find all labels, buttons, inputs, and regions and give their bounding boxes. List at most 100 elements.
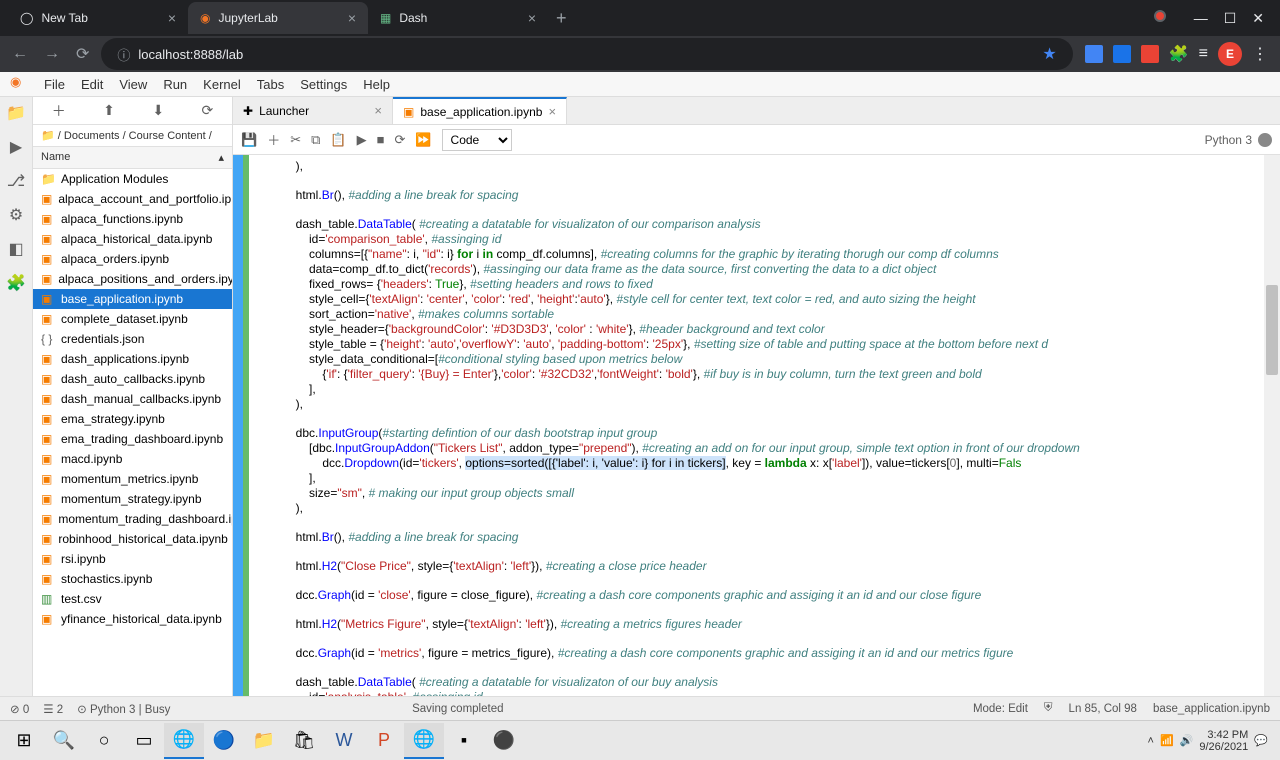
restart-icon[interactable]: ⟳ — [394, 132, 405, 148]
commands-icon[interactable]: ⚙ — [6, 205, 26, 225]
menu-run[interactable]: Run — [155, 77, 195, 92]
terminal-icon[interactable]: ▪ — [444, 723, 484, 759]
close-icon[interactable]: × — [528, 10, 536, 26]
breadcrumb[interactable]: 📁 / Documents / Course Content / — [33, 125, 232, 147]
file-item[interactable]: ▣yfinance_historical_data.ipynb — [33, 609, 232, 629]
file-item[interactable]: ▥test.csv — [33, 589, 232, 609]
speaker-icon[interactable]: 🔊 — [1180, 734, 1194, 747]
paste-icon[interactable]: 📋 — [330, 132, 346, 148]
run-icon[interactable]: ▶ — [357, 132, 367, 148]
file-item[interactable]: ▣alpaca_positions_and_orders.ipynb — [33, 269, 232, 289]
tab-launcher[interactable]: ✚ Launcher × — [233, 97, 393, 124]
cut-icon[interactable]: ✂ — [290, 132, 301, 148]
file-item[interactable]: ▣macd.ipynb — [33, 449, 232, 469]
menu-edit[interactable]: Edit — [73, 77, 111, 92]
profile-avatar[interactable]: E — [1218, 42, 1242, 66]
menu-kernel[interactable]: Kernel — [195, 77, 249, 92]
sort-icon[interactable]: ▴ — [218, 151, 224, 164]
menu-icon[interactable]: ⋮ — [1252, 44, 1268, 64]
extension-icon[interactable] — [1141, 45, 1159, 63]
file-item[interactable]: ▣robinhood_historical_data.ipynb — [33, 529, 232, 549]
browser-tab-newtab[interactable]: ◯ New Tab × — [8, 2, 188, 34]
new-tab-button[interactable]: + — [548, 8, 575, 29]
file-item[interactable]: ▣dash_manual_callbacks.ipynb — [33, 389, 232, 409]
explorer-icon[interactable]: 📁 — [244, 723, 284, 759]
tab-notebook[interactable]: ▣ base_application.ipynb × — [393, 97, 567, 124]
cortana-icon[interactable]: ○ — [84, 723, 124, 759]
menu-settings[interactable]: Settings — [292, 77, 355, 92]
edge-icon[interactable]: 🔵 — [204, 723, 244, 759]
file-item[interactable]: 📁Application Modules — [33, 169, 232, 189]
vertical-scrollbar[interactable] — [1264, 155, 1280, 696]
inspector-icon[interactable]: ◧ — [6, 239, 26, 259]
file-item[interactable]: ▣complete_dataset.ipynb — [33, 309, 232, 329]
close-icon[interactable]: × — [348, 10, 356, 26]
browser-tab-jupyter[interactable]: ◉ JupyterLab × — [188, 2, 368, 34]
search-icon[interactable]: 🔍 — [44, 723, 84, 759]
jupyter-logo-icon[interactable]: ◉ — [10, 74, 30, 94]
add-cell-icon[interactable]: ＋ — [267, 130, 280, 149]
bookmark-star-icon[interactable]: ★ — [1042, 44, 1056, 64]
status-item[interactable]: ⊘ 0 — [10, 702, 29, 716]
file-item[interactable]: { }credentials.json — [33, 329, 232, 349]
powerpoint-icon[interactable]: P — [364, 723, 404, 759]
git-icon[interactable]: ⎇ — [6, 171, 26, 191]
file-item[interactable]: ▣dash_applications.ipynb — [33, 349, 232, 369]
file-item[interactable]: ▣alpaca_orders.ipynb — [33, 249, 232, 269]
minimize-icon[interactable]: — — [1194, 10, 1208, 27]
forward-icon[interactable]: → — [40, 41, 64, 67]
extension-icon[interactable] — [1113, 45, 1131, 63]
fastforward-icon[interactable]: ⏩ — [415, 132, 431, 148]
new-folder-icon[interactable]: ＋ — [52, 101, 66, 121]
notification-icon[interactable]: 💬 — [1254, 734, 1268, 747]
notebook-content[interactable]: ), html.Br(), #adding a line break for s… — [233, 155, 1280, 696]
extension-icon[interactable] — [1085, 45, 1103, 63]
folder-icon[interactable]: 📁 — [6, 103, 26, 123]
start-button[interactable]: ⊞ — [4, 723, 44, 759]
system-tray[interactable]: ˄ 📶 🔊 3:42 PM 9/26/2021 💬 — [1148, 729, 1276, 753]
status-item[interactable]: ☰ 2 — [43, 702, 63, 716]
menu-view[interactable]: View — [111, 77, 155, 92]
menu-file[interactable]: File — [36, 77, 73, 92]
file-item[interactable]: ▣momentum_strategy.ipynb — [33, 489, 232, 509]
chrome2-icon[interactable]: 🌐 — [404, 723, 444, 759]
file-item[interactable]: ▣ema_trading_dashboard.ipynb — [33, 429, 232, 449]
kernel-indicator[interactable]: Python 3 — [1205, 133, 1272, 147]
running-icon[interactable]: ▶ — [6, 137, 26, 157]
code-cell[interactable]: ), html.Br(), #adding a line break for s… — [233, 155, 1280, 696]
clock[interactable]: 3:42 PM 9/26/2021 — [1199, 729, 1248, 753]
browser-tab-dash[interactable]: ▦ Dash × — [368, 2, 548, 34]
close-icon[interactable]: × — [168, 10, 176, 26]
cell-type-select[interactable]: Code — [442, 129, 512, 151]
menu-help[interactable]: Help — [355, 77, 398, 92]
stop-icon[interactable]: ■ — [377, 132, 385, 147]
code-editor[interactable]: ), html.Br(), #adding a line break for s… — [249, 155, 1280, 696]
wifi-icon[interactable]: 📶 — [1160, 734, 1174, 747]
maximize-icon[interactable]: ☐ — [1224, 10, 1237, 27]
url-bar[interactable]: ⓘ localhost:8888/lab ★ — [101, 38, 1072, 70]
puzzle-icon[interactable]: 🧩 — [1169, 44, 1189, 64]
close-window-icon[interactable]: ✕ — [1252, 10, 1264, 27]
store-icon[interactable]: 🛍 — [284, 723, 324, 759]
word-icon[interactable]: W — [324, 723, 364, 759]
tray-chevron-icon[interactable]: ˄ — [1148, 735, 1154, 747]
save-icon[interactable]: 💾 — [241, 132, 257, 148]
file-item[interactable]: ▣base_application.ipynb — [33, 289, 232, 309]
upload-icon[interactable]: ⬆ — [103, 102, 115, 119]
trust-icon[interactable]: ⛨ — [1044, 702, 1053, 715]
status-kernel[interactable]: ⊙ Python 3 | Busy — [77, 702, 170, 716]
close-icon[interactable]: × — [548, 104, 556, 119]
obs-icon[interactable]: ⚫ — [484, 723, 524, 759]
file-item[interactable]: ▣alpaca_historical_data.ipynb — [33, 229, 232, 249]
status-filename[interactable]: base_application.ipynb — [1153, 703, 1270, 715]
file-item[interactable]: ▣rsi.ipynb — [33, 549, 232, 569]
close-icon[interactable]: × — [374, 103, 382, 118]
file-item[interactable]: ▣dash_auto_callbacks.ipynb — [33, 369, 232, 389]
extensions-icon[interactable]: 🧩 — [6, 273, 26, 293]
list-icon[interactable]: ≡ — [1199, 45, 1208, 63]
taskview-icon[interactable]: ▭ — [124, 723, 164, 759]
file-item[interactable]: ▣alpaca_functions.ipynb — [33, 209, 232, 229]
filebrowser-header[interactable]: Name ▴ — [33, 147, 232, 169]
site-info-icon[interactable]: ⓘ — [117, 45, 130, 64]
refresh-icon[interactable]: ⟳ — [202, 102, 214, 119]
